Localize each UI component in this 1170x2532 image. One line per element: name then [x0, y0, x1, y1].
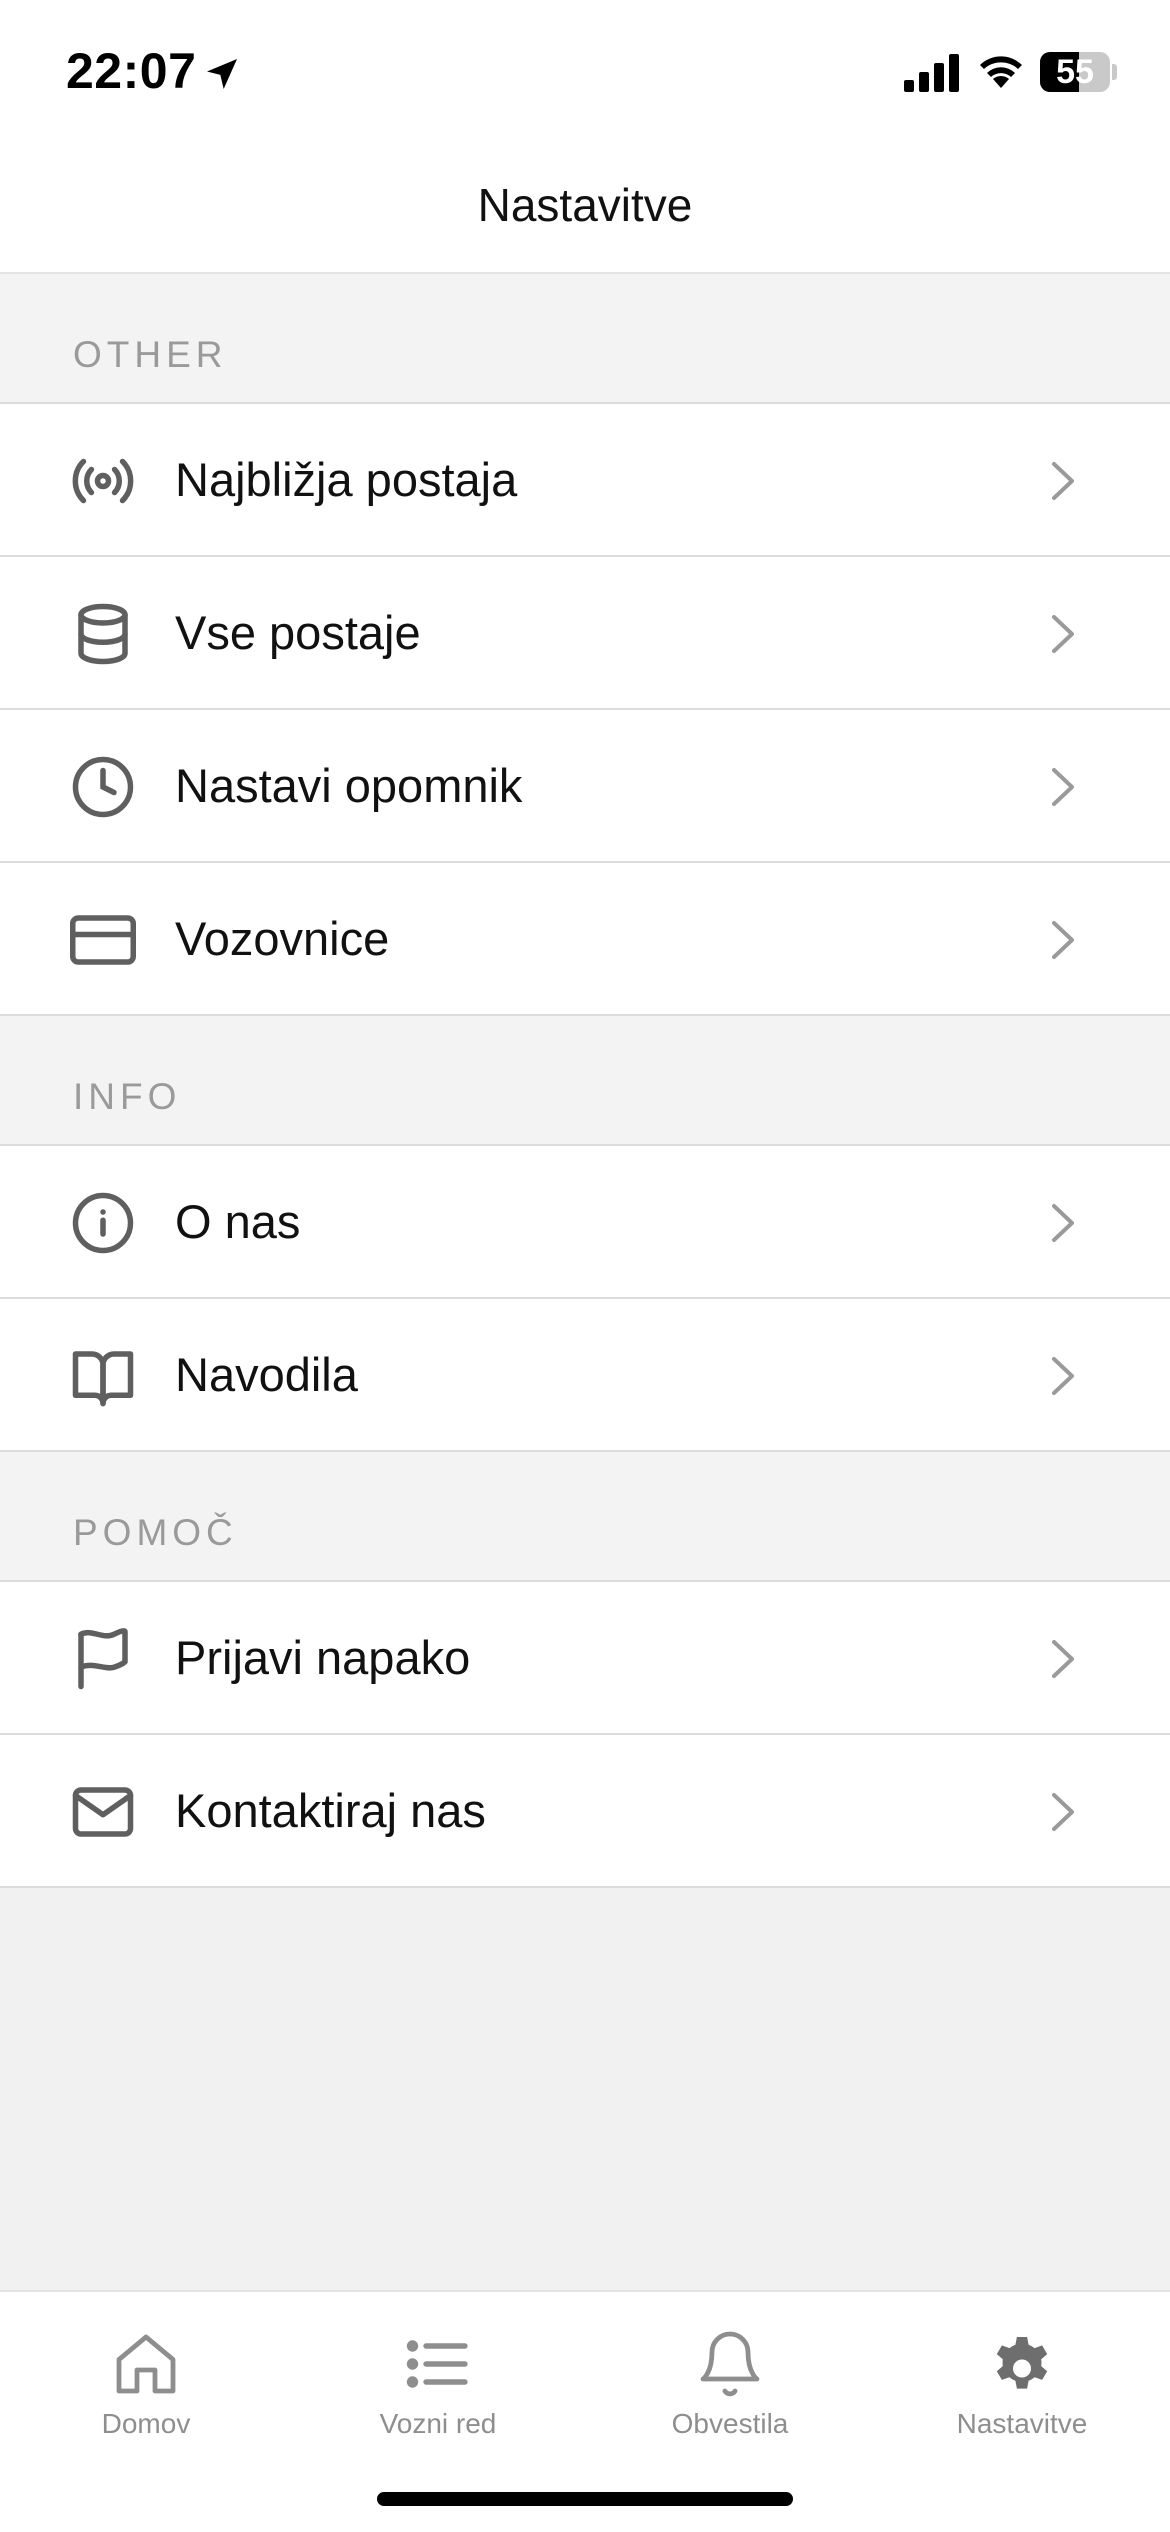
- gear-icon: [996, 2337, 1048, 2389]
- cellular-signal-icon: [904, 54, 959, 92]
- row-label: Najbližja postaja: [175, 453, 518, 506]
- row-label: Vozovnice: [175, 912, 390, 965]
- list-icon: [406, 2340, 468, 2388]
- database-icon: [70, 601, 136, 667]
- home-icon: [116, 2334, 176, 2394]
- wifi-icon: [980, 56, 1022, 88]
- tab-label: Vozni red: [379, 2408, 497, 2439]
- row-nearest-station[interactable]: Najbližja postaja: [0, 404, 1170, 557]
- tab-label: Domov: [101, 2408, 191, 2439]
- row-report-bug[interactable]: Prijavi napako: [0, 1582, 1170, 1735]
- chevron-right-icon: [1052, 615, 1074, 653]
- section-header-label: OTHER: [73, 334, 228, 375]
- row-contact-us[interactable]: Kontaktiraj nas: [0, 1735, 1170, 1888]
- row-label: Nastavi opomnik: [175, 759, 523, 812]
- location-arrow-icon: [207, 59, 237, 89]
- chevron-right-icon: [1052, 1640, 1074, 1678]
- section-header-help: POMOČ: [0, 1452, 1170, 1582]
- book-icon: [70, 1343, 136, 1409]
- broadcast-icon: [70, 448, 136, 514]
- section-header-label: POMOČ: [73, 1512, 238, 1553]
- info-icon: [70, 1190, 136, 1256]
- tab-timetable[interactable]: Vozni red: [292, 2328, 584, 2458]
- status-bar: 22:07 55: [0, 0, 1170, 140]
- flag-icon: [70, 1626, 136, 1692]
- settings-list: OTHER Najbližja postaja Vse postaje Nast…: [0, 274, 1170, 1888]
- tab-label: Nastavitve: [956, 2408, 1088, 2439]
- tab-label: Obvestila: [671, 2408, 789, 2439]
- battery-icon: 55: [1040, 52, 1110, 92]
- row-label: Navodila: [175, 1348, 358, 1401]
- tab-notifications[interactable]: Obvestila: [584, 2328, 876, 2458]
- page-title: Nastavitve: [477, 179, 693, 231]
- chevron-right-icon: [1052, 921, 1074, 959]
- row-set-reminder[interactable]: Nastavi opomnik: [0, 710, 1170, 863]
- status-time: 22:07: [66, 43, 197, 99]
- row-label: Prijavi napako: [175, 1631, 471, 1684]
- battery-level: 55: [1056, 53, 1094, 91]
- row-about-us[interactable]: O nas: [0, 1146, 1170, 1299]
- row-label: O nas: [175, 1195, 301, 1248]
- nav-bar: Nastavitve: [0, 140, 1170, 274]
- section-header-info: INFO: [0, 1016, 1170, 1146]
- row-tickets[interactable]: Vozovnice: [0, 863, 1170, 1016]
- row-label: Kontaktiraj nas: [175, 1784, 486, 1837]
- bell-icon: [700, 2331, 760, 2397]
- chevron-right-icon: [1052, 1793, 1074, 1831]
- section-header-label: INFO: [73, 1076, 182, 1117]
- row-label: Vse postaje: [175, 606, 421, 659]
- tab-settings[interactable]: Nastavitve: [876, 2328, 1168, 2458]
- tab-home[interactable]: Domov: [0, 2328, 292, 2458]
- row-instructions[interactable]: Navodila: [0, 1299, 1170, 1452]
- chevron-right-icon: [1052, 768, 1074, 806]
- section-header-other: OTHER: [0, 274, 1170, 404]
- clock-icon: [70, 754, 136, 820]
- row-all-stations[interactable]: Vse postaje: [0, 557, 1170, 710]
- battery-cap: [1112, 64, 1117, 80]
- chevron-right-icon: [1052, 462, 1074, 500]
- chevron-right-icon: [1052, 1357, 1074, 1395]
- mail-icon: [70, 1779, 136, 1845]
- chevron-right-icon: [1052, 1204, 1074, 1242]
- card-icon: [70, 907, 136, 973]
- home-indicator: [377, 2492, 793, 2506]
